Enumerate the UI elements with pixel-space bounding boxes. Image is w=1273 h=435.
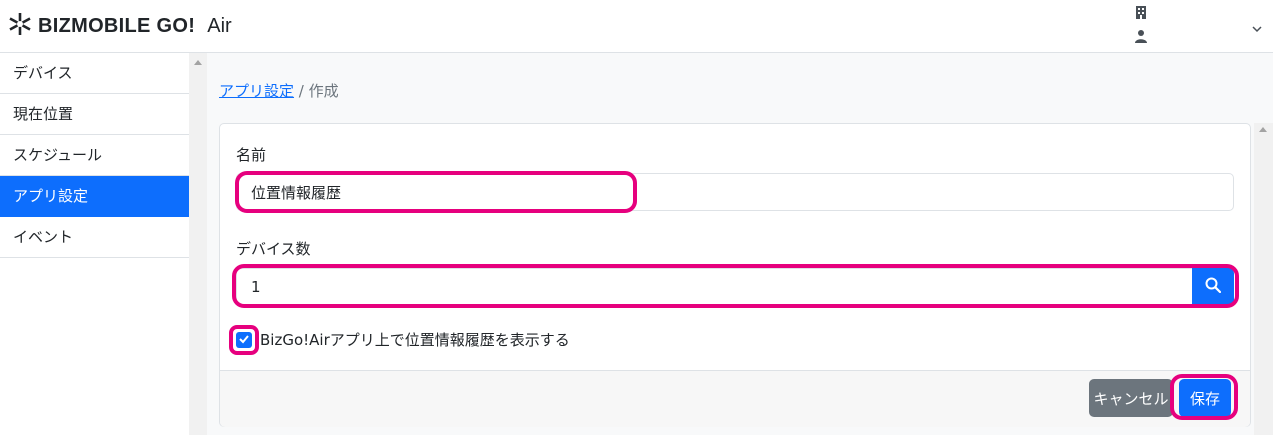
building-icon — [1134, 5, 1148, 23]
breadcrumb: アプリ設定 / 作成 — [219, 80, 339, 101]
user-icon — [1134, 29, 1148, 47]
sidebar-item-current-location[interactable]: 現在位置 — [0, 94, 189, 135]
chevron-down-icon[interactable] — [1252, 19, 1262, 37]
asterisk-logo-icon — [8, 12, 32, 40]
search-icon — [1205, 277, 1222, 297]
sidebar-scrollbar[interactable] — [189, 53, 207, 435]
form-footer: キャンセル 保存 — [220, 370, 1250, 427]
breadcrumb-current: 作成 — [308, 82, 339, 100]
sidebar: デバイス 現在位置 スケジュール アプリ設定 イベント — [0, 53, 189, 435]
show-history-checkbox[interactable] — [236, 331, 252, 349]
logo-text: BIZMOBILE GO! — [38, 14, 196, 37]
show-history-option: BizGo!Airアプリ上で位置情報履歴を表示する — [236, 329, 570, 350]
form-card: 名前 位置情報履歴 デバイス数 1 BizGo!Airアプリ上で位置情報履歴を表… — [219, 123, 1251, 427]
sidebar-item-schedule[interactable]: スケジュール — [0, 135, 189, 176]
main-scrollbar[interactable] — [1254, 123, 1273, 435]
account-menu[interactable] — [1134, 5, 1264, 49]
cancel-button[interactable]: キャンセル — [1089, 379, 1173, 417]
scroll-up-arrow-icon[interactable] — [194, 60, 202, 65]
save-button[interactable]: 保存 — [1179, 379, 1231, 417]
breadcrumb-separator: / — [294, 82, 309, 100]
sidebar-item-app-settings[interactable]: アプリ設定 — [0, 176, 189, 217]
device-count-value: 1 — [251, 278, 261, 296]
name-label: 名前 — [236, 146, 267, 164]
app-logo[interactable]: BIZMOBILE GO! Air — [8, 12, 232, 40]
sidebar-item-events[interactable]: イベント — [0, 217, 189, 258]
breadcrumb-link-app-settings[interactable]: アプリ設定 — [219, 82, 294, 100]
name-field-value: 位置情報履歴 — [251, 183, 342, 202]
device-count-label: デバイス数 — [236, 240, 311, 258]
scroll-up-arrow-icon[interactable] — [1259, 127, 1267, 132]
top-navbar: BIZMOBILE GO! Air — [0, 0, 1273, 53]
sidebar-item-devices[interactable]: デバイス — [0, 53, 189, 94]
device-count-field[interactable]: 1 — [236, 268, 1194, 306]
main-content: アプリ設定 / 作成 名前 位置情報履歴 デバイス数 1 BizGo!Airアプ… — [207, 53, 1273, 435]
show-history-label[interactable]: BizGo!Airアプリ上で位置情報履歴を表示する — [260, 329, 570, 350]
device-search-button[interactable] — [1192, 268, 1234, 306]
check-icon — [238, 331, 250, 349]
app-subtitle: Air — [207, 14, 232, 37]
name-field[interactable]: 位置情報履歴 — [236, 173, 1234, 211]
